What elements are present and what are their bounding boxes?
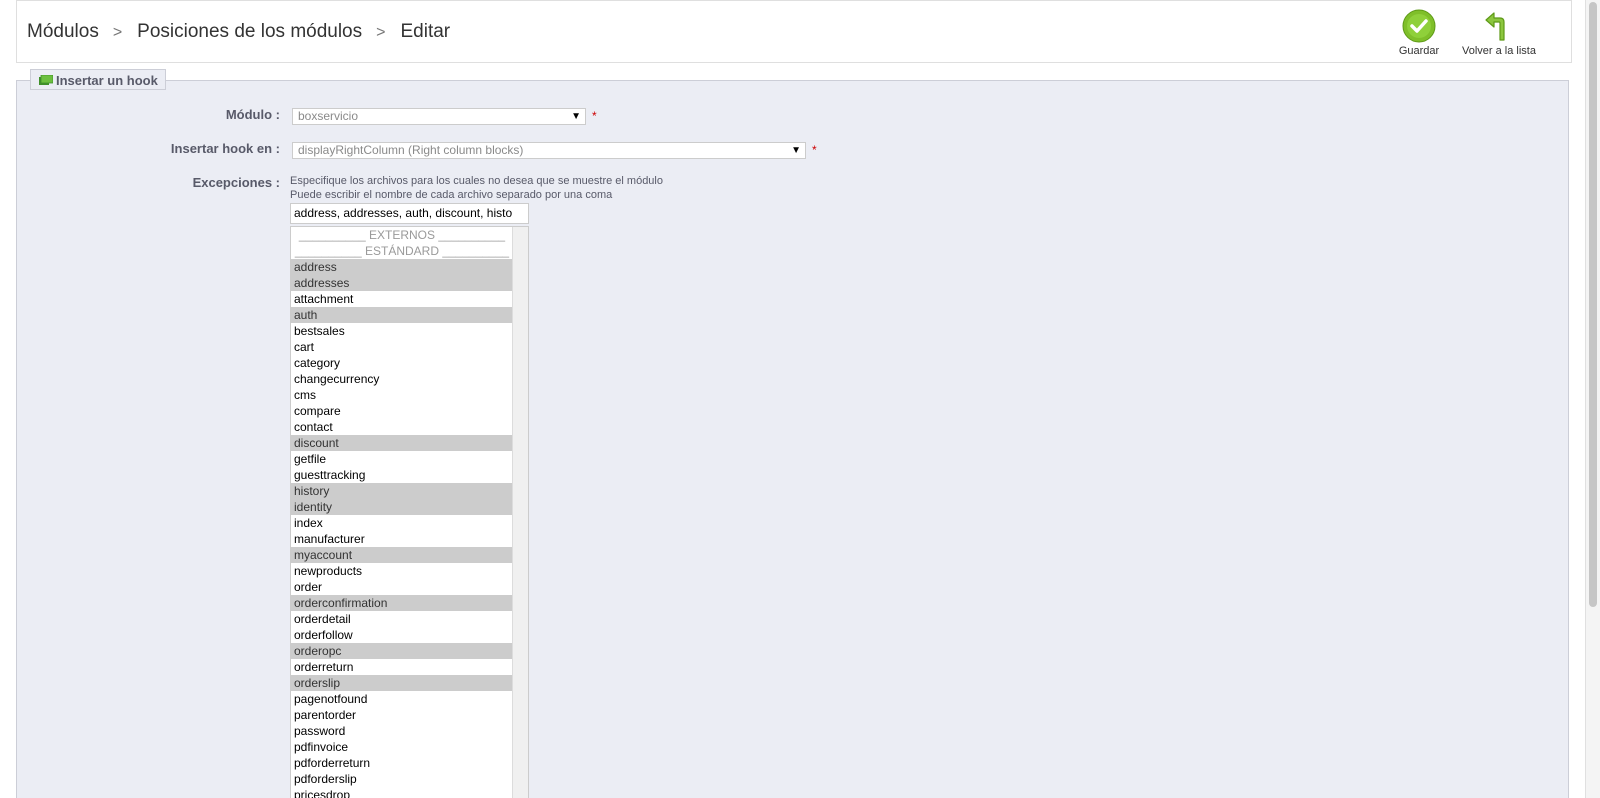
back-to-list-button[interactable]: Volver a la lista [1453, 9, 1545, 57]
hook-label: Insertar hook en : [170, 141, 280, 156]
list-item[interactable]: category [291, 355, 513, 371]
exceptions-hint-2: Puede escribir el nombre de cada archivo… [290, 189, 613, 201]
breadcrumb: Módulos > Posiciones de los módulos > Ed… [27, 21, 450, 43]
chevron-down-icon: ▼ [571, 111, 581, 122]
list-item[interactable]: addresses [291, 275, 513, 291]
exceptions-listbox[interactable]: __________ EXTERNOS __________ _________… [290, 226, 529, 798]
required-mark: * [812, 143, 817, 157]
list-item[interactable]: pdforderslip [291, 771, 513, 787]
save-button[interactable]: Guardar [1395, 9, 1443, 57]
exceptions-hint-1: Especifique los archivos para los cuales… [290, 175, 663, 187]
list-item[interactable]: parentorder [291, 707, 513, 723]
hook-select-value: displayRightColumn (Right column blocks) [298, 143, 524, 157]
list-item[interactable]: orderdetail [291, 611, 513, 627]
list-item[interactable]: history [291, 483, 513, 499]
list-group-header: __________ EXTERNOS __________ [298, 228, 506, 242]
page-scrollbar-thumb[interactable] [1589, 2, 1597, 607]
list-item[interactable]: orderslip [291, 675, 513, 691]
hook-icon [39, 75, 53, 85]
list-item[interactable]: bestsales [291, 323, 513, 339]
list-item[interactable]: changecurrency [291, 371, 513, 387]
list-item[interactable]: cms [291, 387, 513, 403]
required-mark: * [592, 109, 597, 123]
fieldset-legend: Insertar un hook [30, 69, 166, 90]
list-item[interactable]: guesttracking [291, 467, 513, 483]
list-item[interactable]: index [291, 515, 513, 531]
list-item[interactable]: auth [291, 307, 513, 323]
list-item[interactable]: password [291, 723, 513, 739]
list-item[interactable]: manufacturer [291, 531, 513, 547]
exceptions-list: __________ EXTERNOS __________ _________… [291, 227, 513, 798]
breadcrumb-separator: > [112, 24, 123, 41]
list-item[interactable]: pricesdrop [291, 787, 513, 798]
list-item[interactable]: pdfinvoice [291, 739, 513, 755]
breadcrumb-separator: > [376, 24, 386, 41]
list-item[interactable]: myaccount [291, 547, 513, 563]
toolbar: Módulos > Posiciones de los módulos > Ed… [16, 0, 1572, 63]
back-to-list-label: Volver a la lista [1462, 45, 1536, 57]
breadcrumb-item-modules[interactable]: Módulos [27, 21, 99, 43]
list-item[interactable]: identity [291, 499, 513, 515]
exceptions-label: Excepciones : [192, 175, 280, 190]
list-item[interactable]: discount [291, 435, 513, 451]
list-item[interactable]: getfile [291, 451, 513, 467]
module-select[interactable]: boxservicio ▼ [292, 108, 586, 125]
check-circle-icon [1402, 9, 1436, 43]
exceptions-input[interactable]: address, addresses, auth, discount, hist… [290, 203, 529, 224]
list-item[interactable]: order [291, 579, 513, 595]
list-item[interactable]: orderopc [291, 643, 513, 659]
list-group-header: __________ ESTÁNDARD __________ [294, 244, 510, 258]
list-item[interactable]: newproducts [291, 563, 513, 579]
list-item[interactable]: cart [291, 339, 513, 355]
listbox-scrollbar[interactable] [512, 227, 528, 798]
list-item[interactable]: orderconfirmation [291, 595, 513, 611]
list-item[interactable]: orderreturn [291, 659, 513, 675]
list-item[interactable]: contact [291, 419, 513, 435]
page-scrollbar[interactable] [1585, 0, 1600, 798]
chevron-down-icon: ▼ [791, 145, 801, 156]
module-select-value: boxservicio [298, 109, 359, 123]
list-item[interactable]: attachment [291, 291, 513, 307]
save-button-label: Guardar [1398, 45, 1440, 57]
hook-select[interactable]: displayRightColumn (Right column blocks)… [292, 142, 806, 159]
return-arrow-icon [1485, 12, 1505, 41]
breadcrumb-item-positions[interactable]: Posiciones de los módulos [137, 21, 362, 43]
list-item[interactable]: orderfollow [291, 627, 513, 643]
list-item[interactable]: pdforderreturn [291, 755, 513, 771]
list-item[interactable]: pagenotfound [291, 691, 513, 707]
list-item[interactable]: compare [291, 403, 513, 419]
breadcrumb-item-edit: Editar [400, 21, 451, 42]
list-item[interactable]: address [291, 259, 513, 275]
legend-title: Insertar un hook [56, 73, 158, 88]
module-label: Módulo : [225, 107, 280, 122]
